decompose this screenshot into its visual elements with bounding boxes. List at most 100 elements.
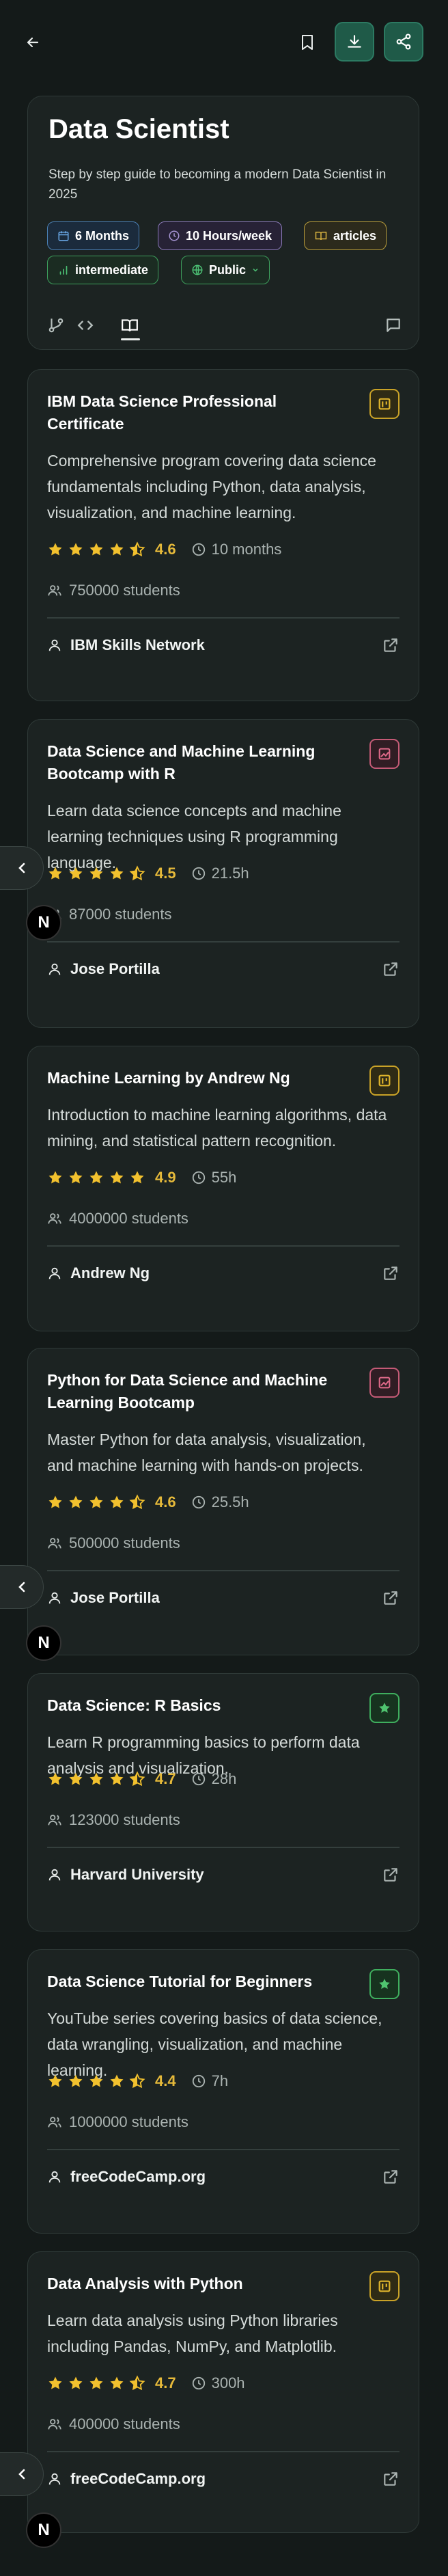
course-title[interactable]: Data Science: R Basics bbox=[47, 1694, 348, 1717]
star-filled-icon bbox=[48, 1171, 62, 1184]
author-name: Jose Portilla bbox=[70, 960, 160, 977]
download-button[interactable] bbox=[335, 22, 374, 62]
external-link-icon[interactable] bbox=[382, 636, 400, 654]
active-view-indicator bbox=[121, 338, 140, 340]
star-filled-icon bbox=[89, 2376, 103, 2389]
share-button[interactable] bbox=[384, 22, 423, 62]
author-name: Andrew Ng bbox=[70, 1264, 150, 1282]
course-title[interactable]: Python for Data Science and Machine Lear… bbox=[47, 1369, 348, 1414]
course-title[interactable]: Data Science Tutorial for Beginners bbox=[47, 1970, 348, 1993]
star-half-icon bbox=[129, 1494, 145, 1510]
star-filled-icon bbox=[89, 2074, 103, 2087]
external-link-icon[interactable] bbox=[382, 2168, 400, 2186]
n-avatar-badge[interactable]: N bbox=[26, 2512, 61, 2548]
clock-icon bbox=[169, 230, 180, 241]
chevron-left-icon bbox=[18, 863, 25, 873]
star-filled-icon bbox=[69, 2074, 83, 2087]
students-label: 750000 students bbox=[69, 582, 180, 599]
star-filled-icon bbox=[48, 543, 62, 556]
course-card[interactable]: IBM Data Science Professional Certificat… bbox=[27, 369, 419, 701]
star-filled-icon bbox=[89, 1171, 103, 1184]
share-icon bbox=[396, 33, 411, 50]
star-rating bbox=[47, 865, 145, 882]
star-rating bbox=[47, 2375, 145, 2391]
star-filled-icon bbox=[69, 1495, 83, 1508]
rating-row: 4.7 300h bbox=[47, 2372, 245, 2395]
bookmark-button[interactable] bbox=[292, 27, 322, 57]
course-title[interactable]: Data Science and Machine Learning Bootca… bbox=[47, 740, 348, 785]
course-title[interactable]: Machine Learning by Andrew Ng bbox=[47, 1067, 348, 1089]
course-author: IBM Skills Network bbox=[47, 634, 205, 657]
students-label: 4000000 students bbox=[69, 1210, 188, 1227]
external-link-icon[interactable] bbox=[382, 2470, 400, 2488]
card-divider bbox=[47, 2451, 400, 2452]
bookmark-icon bbox=[302, 35, 313, 50]
star-filled-icon bbox=[110, 1171, 124, 1184]
star-half-icon bbox=[129, 2073, 145, 2089]
rating-row: 4.6 10 months bbox=[47, 538, 281, 561]
star-filled-icon bbox=[69, 1171, 83, 1184]
course-author: Andrew Ng bbox=[47, 1262, 150, 1285]
rating-value: 4.7 bbox=[155, 1770, 176, 1787]
external-link-icon[interactable] bbox=[382, 1866, 400, 1884]
course-title[interactable]: IBM Data Science Professional Certificat… bbox=[47, 390, 348, 435]
side-panel-toggle[interactable] bbox=[0, 2452, 44, 2496]
rating-row: 4.9 55h bbox=[47, 1166, 236, 1189]
external-link-icon[interactable] bbox=[382, 960, 400, 978]
n-avatar-badge[interactable]: N bbox=[26, 1625, 61, 1661]
users-icon bbox=[48, 1815, 61, 1826]
external-link-icon[interactable] bbox=[382, 1264, 400, 1282]
globe-icon bbox=[192, 265, 203, 275]
visibility-dropdown[interactable]: Public bbox=[181, 256, 270, 284]
course-duration: 21.5h bbox=[191, 865, 249, 882]
star-filled-icon bbox=[69, 1772, 83, 1785]
arrow-left-icon bbox=[27, 37, 39, 48]
course-card[interactable]: Data Science Tutorial for Beginners YouTu… bbox=[27, 1949, 419, 2234]
course-card[interactable]: Python for Data Science and Machine Lear… bbox=[27, 1348, 419, 1655]
git-branch-icon[interactable] bbox=[47, 316, 65, 334]
rating-row: 4.4 7h bbox=[47, 2070, 228, 2093]
student-count: 4000000 students bbox=[47, 1207, 188, 1230]
author-name: Harvard University bbox=[70, 1866, 204, 1883]
course-card[interactable]: Data Science and Machine Learning Bootca… bbox=[27, 719, 419, 1028]
level-tag-label: intermediate bbox=[75, 262, 149, 277]
platform-badge bbox=[369, 1969, 400, 1999]
n-avatar-badge[interactable]: N bbox=[26, 905, 61, 940]
course-card[interactable]: Data Analysis with Python Learn data anal… bbox=[27, 2251, 419, 2533]
page-description: Step by step guide to becoming a modern … bbox=[48, 167, 387, 202]
course-card[interactable]: Machine Learning by Andrew Ng Introductio… bbox=[27, 1046, 419, 1331]
student-count: 400000 students bbox=[47, 2413, 180, 2436]
star-filled-icon bbox=[69, 867, 83, 880]
rating-value: 4.5 bbox=[155, 865, 176, 882]
external-link-icon[interactable] bbox=[382, 1589, 400, 1607]
users-icon bbox=[48, 1538, 61, 1549]
star-rating bbox=[47, 1494, 145, 1510]
course-card[interactable]: Data Science: R Basics Learn R programmin… bbox=[27, 1673, 419, 1931]
comment-icon[interactable] bbox=[384, 316, 402, 334]
chevron-left-icon bbox=[18, 2469, 25, 2480]
rating-value: 4.6 bbox=[155, 541, 176, 558]
type-tag: articles bbox=[304, 221, 387, 250]
course-duration: 10 months bbox=[191, 541, 281, 558]
top-bar bbox=[0, 0, 448, 85]
course-author: Jose Portilla bbox=[47, 1586, 160, 1610]
user-icon bbox=[48, 639, 61, 651]
book-open-icon[interactable] bbox=[120, 316, 140, 334]
star-filled-icon bbox=[110, 2376, 124, 2389]
course-duration: 300h bbox=[191, 2374, 245, 2392]
author-name: IBM Skills Network bbox=[70, 636, 205, 653]
star-rating bbox=[47, 1169, 145, 1186]
student-count: 123000 students bbox=[47, 1808, 180, 1832]
side-panel-toggle[interactable] bbox=[0, 1565, 44, 1609]
code-icon[interactable] bbox=[76, 316, 95, 334]
side-panel-toggle[interactable] bbox=[0, 846, 44, 890]
platform-badge bbox=[369, 1693, 400, 1723]
hours-tag-label: 10 Hours/week bbox=[186, 228, 272, 243]
back-button[interactable] bbox=[18, 27, 48, 57]
clock-icon bbox=[192, 2074, 205, 2088]
students-label: 1000000 students bbox=[69, 2113, 188, 2130]
course-title[interactable]: Data Analysis with Python bbox=[47, 2273, 348, 2295]
rating-value: 4.9 bbox=[155, 1169, 176, 1186]
rating-row: 4.5 21.5h bbox=[47, 862, 249, 885]
card-divider bbox=[47, 617, 400, 619]
